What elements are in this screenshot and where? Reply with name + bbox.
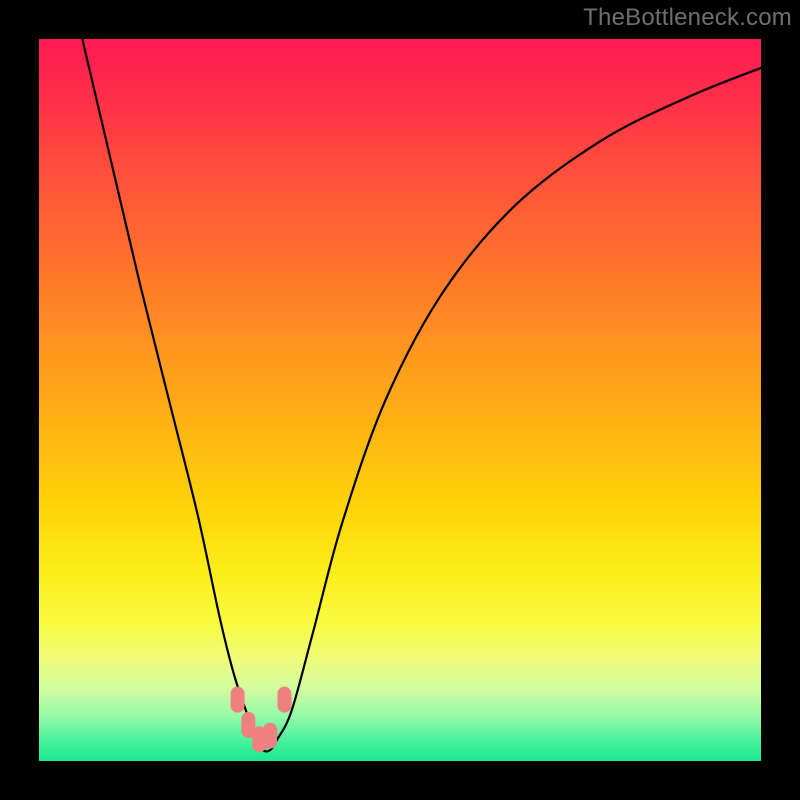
plot-area <box>39 39 761 761</box>
data-marker <box>231 687 245 713</box>
chart-frame: TheBottleneck.com <box>0 0 800 800</box>
watermark-text: TheBottleneck.com <box>583 4 792 32</box>
data-marker <box>277 687 291 713</box>
curve-svg <box>39 39 761 761</box>
data-marker <box>263 723 277 749</box>
marker-group <box>231 687 292 753</box>
bottleneck-curve <box>82 39 761 752</box>
